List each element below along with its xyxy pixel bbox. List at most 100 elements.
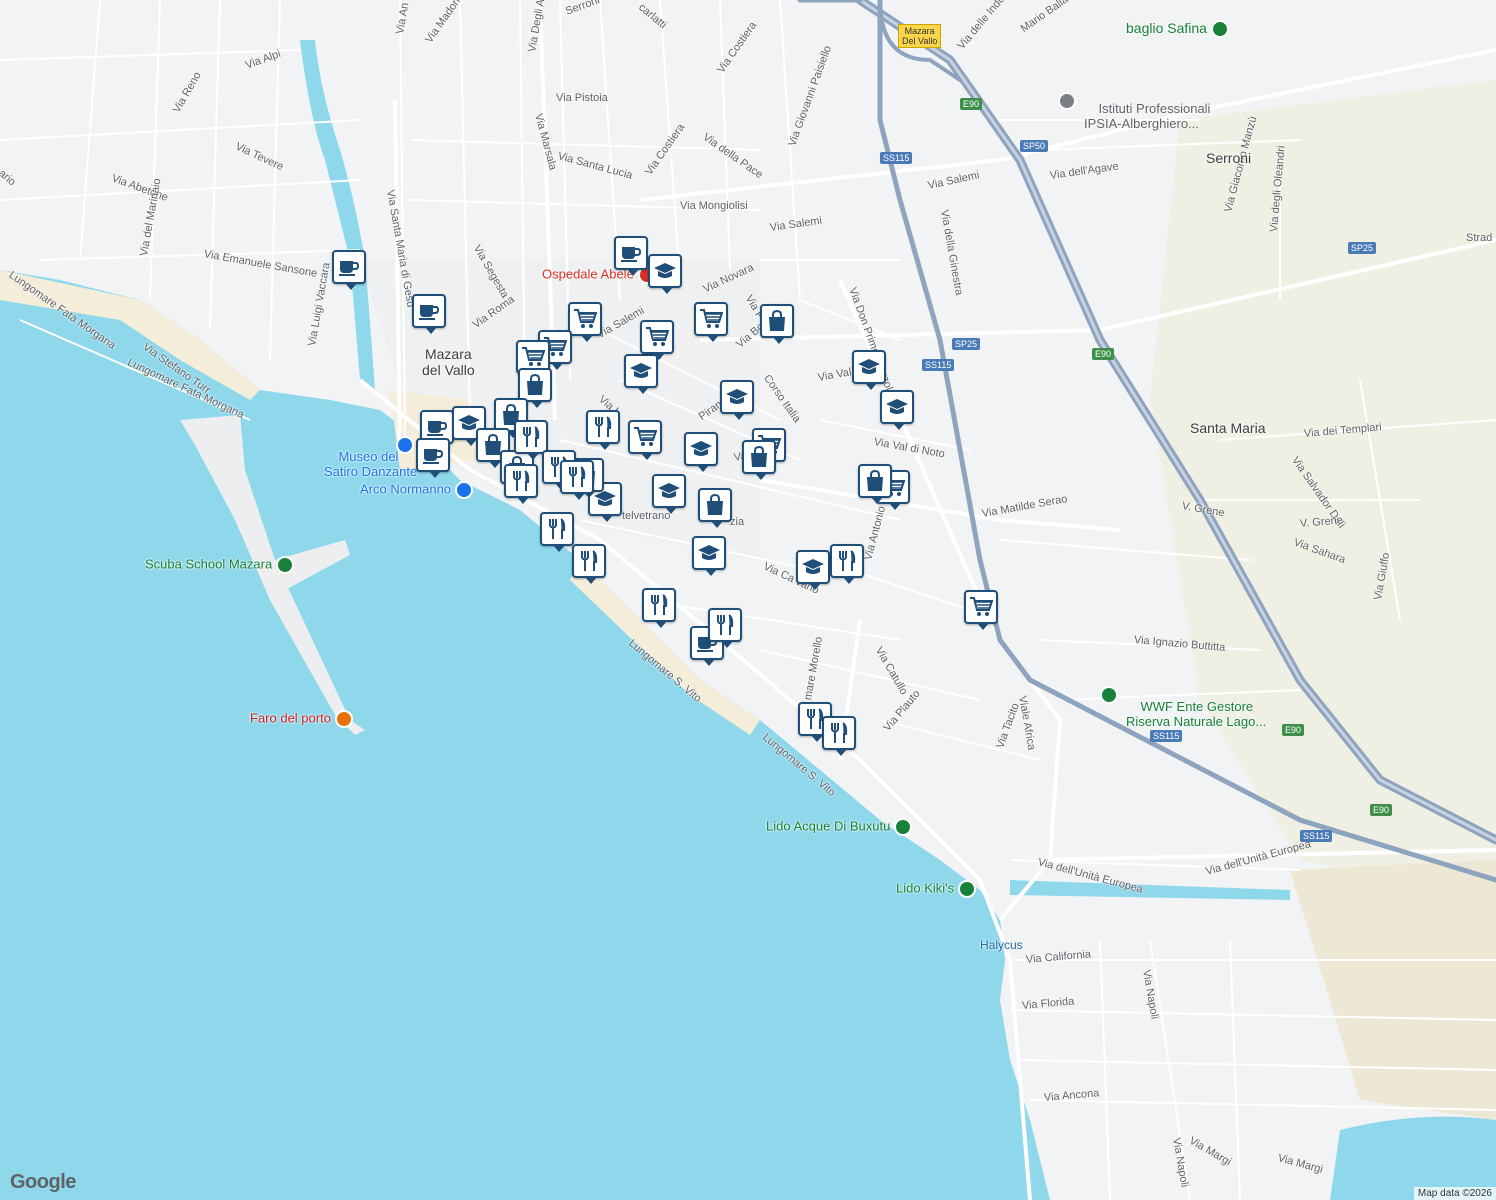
- street-label-zia: zia: [730, 516, 745, 528]
- marker-school[interactable]: [880, 390, 914, 430]
- road-shield-exit: Mazara Del Vallo: [898, 24, 942, 48]
- marker-cart[interactable]: [694, 302, 728, 342]
- graduation-cap-icon: [657, 481, 681, 501]
- marker-food[interactable]: [504, 464, 538, 504]
- marker-food[interactable]: [514, 420, 548, 460]
- poi-scuba[interactable]: Scuba School Mazara: [145, 556, 295, 574]
- fork-knife-icon: [836, 550, 858, 572]
- fork-knife-icon: [546, 518, 568, 540]
- marker-food[interactable]: [708, 608, 742, 648]
- marker-food[interactable]: [572, 544, 606, 584]
- road-shield-sp25-2: SP25: [1348, 242, 1377, 254]
- marker-cart[interactable]: [640, 320, 674, 360]
- marker-school[interactable]: [684, 432, 718, 472]
- shopping-cart-icon: [633, 426, 657, 448]
- road-shield-ss115-4: SS115: [1300, 830, 1333, 842]
- leisure-icon: [958, 880, 977, 898]
- marker-cart[interactable]: [964, 590, 998, 630]
- road-shield-sp50: SP50: [1020, 140, 1049, 152]
- shopping-bag-icon: [767, 310, 787, 332]
- graduation-cap-icon: [689, 439, 713, 459]
- shopping-bag-icon: [705, 494, 725, 516]
- marker-food[interactable]: [822, 716, 856, 756]
- road-shield-e90-4: E90: [1370, 804, 1393, 816]
- shopping-cart-icon: [645, 326, 669, 348]
- google-logo[interactable]: Google: [10, 1171, 76, 1194]
- poi-wwf-label: WWF Ente Gestore Riserva Naturale Lago..…: [1126, 699, 1267, 729]
- flower-icon: [1210, 20, 1229, 39]
- road-shield-e90-1: E90: [960, 98, 983, 110]
- fork-knife-icon: [592, 416, 614, 438]
- poi-wwf[interactable]: WWF Ente Gestore Riserva Naturale Lago..…: [1126, 684, 1266, 744]
- marker-school[interactable]: [852, 350, 886, 390]
- road-shield-e90-3: E90: [1282, 724, 1305, 736]
- marker-school[interactable]: [648, 254, 682, 294]
- marker-coffee[interactable]: [416, 438, 450, 478]
- school-icon: [1058, 92, 1076, 110]
- street-label-via-pistoia: Via Pistoia: [556, 92, 608, 104]
- camera-icon: [334, 710, 353, 728]
- map-credit[interactable]: Map data ©2026: [1413, 1187, 1496, 1200]
- graduation-cap-icon: [653, 261, 677, 281]
- shopping-cart-icon: [969, 596, 993, 618]
- poi-arco-label: Arco Normanno: [360, 481, 452, 497]
- graduation-cap-icon: [697, 543, 721, 563]
- marker-food[interactable]: [642, 588, 676, 628]
- poi-istituti[interactable]: Istituti Professionali IPSIA-Alberghiero…: [1084, 86, 1210, 146]
- graduation-cap-icon: [629, 361, 653, 381]
- marker-food[interactable]: [560, 460, 594, 500]
- town-santa-maria: Santa Maria: [1190, 420, 1266, 436]
- museum-icon: [396, 436, 414, 454]
- marker-coffee[interactable]: [614, 236, 648, 276]
- poi-lido-kikis[interactable]: Lido Kiki's: [896, 880, 977, 898]
- leisure-icon: [276, 556, 295, 574]
- marker-school[interactable]: [652, 474, 686, 514]
- fork-knife-icon: [510, 470, 532, 492]
- shopping-bag-icon: [749, 446, 769, 468]
- coffee-icon: [418, 301, 440, 321]
- fork-knife-icon: [566, 466, 588, 488]
- marker-food[interactable]: [586, 410, 620, 450]
- poi-scuba-label: Scuba School Mazara: [145, 556, 273, 572]
- shopping-bag-icon: [865, 470, 885, 492]
- coffee-icon: [422, 445, 444, 465]
- marker-bag[interactable]: [518, 368, 552, 408]
- street-label-via-mongiolisi: Via Mongiolisi: [680, 200, 748, 212]
- town-mazara-del-vallo: Mazara del Vallo: [422, 346, 475, 378]
- marker-cart[interactable]: [568, 302, 602, 342]
- shopping-cart-icon: [699, 308, 723, 330]
- poi-lido-buxutu[interactable]: Lido Acque Di Buxutu: [766, 818, 913, 836]
- marker-bag[interactable]: [742, 440, 776, 480]
- road-shield-sp25-1: SP25: [952, 338, 981, 350]
- fork-knife-icon: [828, 722, 850, 744]
- poi-faro[interactable]: Faro del porto: [250, 710, 353, 728]
- marker-food[interactable]: [540, 512, 574, 552]
- graduation-cap-icon: [801, 557, 825, 577]
- marker-school[interactable]: [692, 536, 726, 576]
- road-shield-ss115-1: SS115: [880, 152, 913, 164]
- poi-baglio[interactable]: baglio Safina: [1126, 20, 1229, 39]
- coffee-icon: [426, 417, 448, 437]
- marker-school[interactable]: [796, 550, 830, 590]
- marker-cart[interactable]: [628, 420, 662, 460]
- road-shield-e90-2: E90: [1092, 348, 1115, 360]
- poi-arco[interactable]: Arco Normanno: [360, 481, 474, 499]
- road-shield-ss115-3: SS115: [1150, 730, 1183, 742]
- poi-baglio-label: baglio Safina: [1126, 20, 1207, 36]
- marker-bag[interactable]: [760, 304, 794, 344]
- poi-lido-buxutu-label: Lido Acque Di Buxutu: [766, 818, 891, 834]
- marker-bag[interactable]: [698, 488, 732, 528]
- marker-coffee[interactable]: [412, 294, 446, 334]
- poi-istituti-label: Istituti Professionali IPSIA-Alberghiero…: [1084, 101, 1211, 131]
- marker-school[interactable]: [720, 380, 754, 420]
- marker-food[interactable]: [830, 544, 864, 584]
- coffee-icon: [620, 243, 642, 263]
- map-canvas[interactable]: Via Salemi Via Salemi Via Salemi Via Mongio…: [0, 0, 1496, 1200]
- coffee-icon: [338, 257, 360, 277]
- street-label-strad: Strad: [1466, 232, 1493, 244]
- fork-knife-icon: [714, 614, 736, 636]
- shopping-bag-icon: [525, 374, 545, 396]
- marker-bag[interactable]: [858, 464, 892, 504]
- marker-coffee[interactable]: [332, 250, 366, 290]
- fork-knife-icon: [520, 426, 542, 448]
